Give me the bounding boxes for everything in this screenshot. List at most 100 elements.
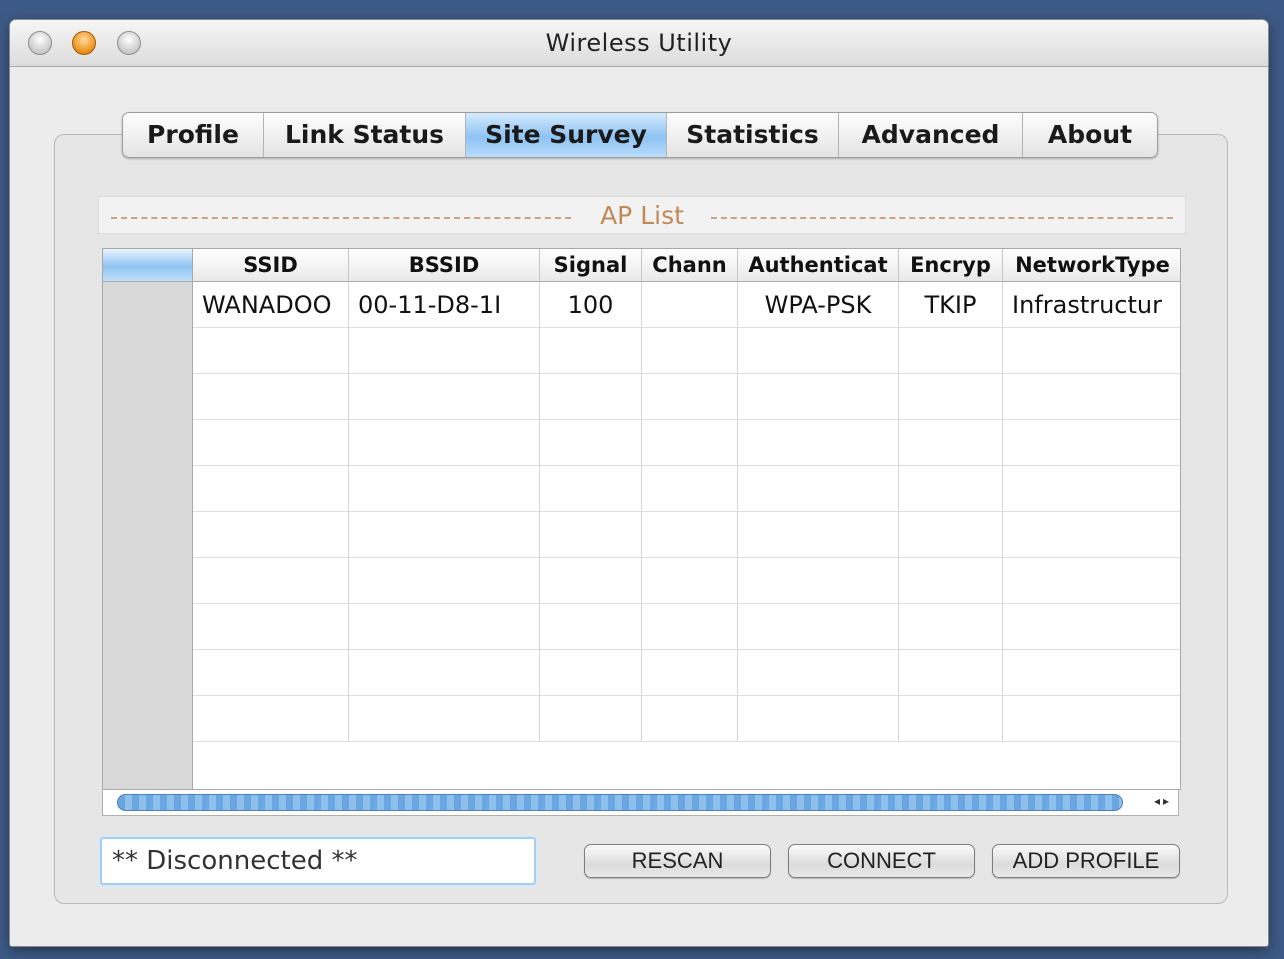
ap-list-header: AP List <box>98 196 1186 234</box>
connection-status-field: ** Disconnected ** <box>100 837 536 885</box>
table-cell[interactable]: WANADOO <box>193 282 349 328</box>
tab-profile[interactable]: Profile <box>123 113 264 157</box>
window-title: Wireless Utility <box>545 29 733 57</box>
table-cell[interactable] <box>193 696 349 742</box>
table-cell[interactable] <box>540 374 642 420</box>
table-cell[interactable] <box>193 604 349 650</box>
table-cell[interactable] <box>349 558 540 604</box>
table-cell[interactable] <box>642 604 738 650</box>
table-cell[interactable] <box>738 374 899 420</box>
table-cell[interactable] <box>1003 466 1180 512</box>
table-cell[interactable] <box>899 420 1003 466</box>
column-header-networktype[interactable]: NetworkType <box>1003 249 1180 282</box>
table-cell[interactable] <box>642 650 738 696</box>
table-cell[interactable] <box>642 282 738 328</box>
table-cell[interactable] <box>1003 604 1180 650</box>
table-cell[interactable]: Infrastructur <box>1003 282 1180 328</box>
table-cell[interactable] <box>738 466 899 512</box>
table-cell[interactable] <box>899 604 1003 650</box>
table-cell[interactable] <box>349 328 540 374</box>
table-cell[interactable] <box>540 650 642 696</box>
table-cell[interactable] <box>642 420 738 466</box>
table-cell[interactable] <box>738 420 899 466</box>
scroll-left-arrow-icon[interactable]: ◂ <box>1154 794 1163 808</box>
tab-advanced[interactable]: Advanced <box>839 113 1023 157</box>
table-cell[interactable] <box>642 374 738 420</box>
table-cell[interactable] <box>738 558 899 604</box>
tab-about[interactable]: About <box>1023 113 1157 157</box>
table-cell[interactable] <box>349 466 540 512</box>
table-cell[interactable] <box>193 374 349 420</box>
table-cell[interactable] <box>642 558 738 604</box>
table-cell[interactable] <box>738 328 899 374</box>
add-profile-button[interactable]: ADD PROFILE <box>992 844 1180 878</box>
table-cell[interactable]: 100 <box>540 282 642 328</box>
column-header-signal[interactable]: Signal <box>540 249 642 282</box>
ap-list-title: AP List <box>588 201 696 230</box>
table-cell[interactable] <box>540 512 642 558</box>
table-cell[interactable] <box>193 420 349 466</box>
table-corner-header[interactable] <box>103 249 193 282</box>
table-cell[interactable] <box>540 558 642 604</box>
title-bar[interactable]: Wireless Utility <box>10 20 1268 67</box>
table-cell[interactable] <box>193 558 349 604</box>
table-cell[interactable] <box>899 650 1003 696</box>
table-cell[interactable] <box>738 604 899 650</box>
table-cell[interactable]: TKIP <box>899 282 1003 328</box>
table-cell[interactable] <box>1003 328 1180 374</box>
row-header-column <box>103 249 193 789</box>
table-cell[interactable] <box>642 466 738 512</box>
tab-site-survey[interactable]: Site Survey <box>466 113 667 157</box>
table-cell[interactable] <box>193 512 349 558</box>
rescan-button[interactable]: RESCAN <box>584 844 771 878</box>
ap-list-table[interactable]: SSID BSSID Signal Chann Authenticat Encryp Net… <box>102 248 1181 790</box>
table-cell[interactable] <box>540 696 642 742</box>
tab-statistics[interactable]: Statistics <box>667 113 839 157</box>
scrollbar-thumb[interactable] <box>117 794 1123 811</box>
table-cell[interactable] <box>193 466 349 512</box>
table-cell[interactable] <box>193 650 349 696</box>
table-cell[interactable] <box>1003 650 1180 696</box>
column-header-ssid[interactable]: SSID <box>193 249 349 282</box>
table-cell[interactable] <box>540 466 642 512</box>
table-cell[interactable] <box>349 512 540 558</box>
column-header-bssid[interactable]: BSSID <box>349 249 540 282</box>
table-cell[interactable] <box>1003 374 1180 420</box>
table-cell[interactable] <box>1003 420 1180 466</box>
table-cell[interactable] <box>738 512 899 558</box>
table-cell[interactable] <box>349 650 540 696</box>
scroll-right-arrow-icon[interactable]: ▸ <box>1163 794 1172 808</box>
tab-link-status[interactable]: Link Status <box>264 113 466 157</box>
table-cell[interactable] <box>899 558 1003 604</box>
table-cell[interactable] <box>899 466 1003 512</box>
column-header-chann[interactable]: Chann <box>642 249 738 282</box>
table-cell[interactable] <box>349 604 540 650</box>
table-cell[interactable] <box>193 328 349 374</box>
table-cell[interactable] <box>1003 512 1180 558</box>
horizontal-scrollbar[interactable]: ◂▸ <box>102 790 1179 816</box>
table-cell[interactable] <box>738 650 899 696</box>
column-header-encryp[interactable]: Encryp <box>899 249 1003 282</box>
table-cell[interactable]: 00-11-D8-1I <box>349 282 540 328</box>
connect-button[interactable]: CONNECT <box>788 844 975 878</box>
table-cell[interactable] <box>642 512 738 558</box>
tab-bar: Profile Link Status Site Survey Statisti… <box>122 112 1158 158</box>
table-cell[interactable] <box>899 374 1003 420</box>
table-cell[interactable] <box>899 696 1003 742</box>
table-cell[interactable]: WPA-PSK <box>738 282 899 328</box>
wireless-utility-window: Wireless Utility Profile Link Status Sit… <box>10 20 1268 946</box>
table-cell[interactable] <box>899 512 1003 558</box>
table-cell[interactable] <box>349 696 540 742</box>
table-cell[interactable] <box>899 328 1003 374</box>
table-cell[interactable] <box>1003 696 1180 742</box>
table-cell[interactable] <box>349 374 540 420</box>
table-cell[interactable] <box>349 420 540 466</box>
table-cell[interactable] <box>540 328 642 374</box>
table-cell[interactable] <box>540 420 642 466</box>
table-cell[interactable] <box>1003 558 1180 604</box>
table-cell[interactable] <box>540 604 642 650</box>
column-header-authenticat[interactable]: Authenticat <box>738 249 899 282</box>
table-cell[interactable] <box>642 696 738 742</box>
table-cell[interactable] <box>642 328 738 374</box>
table-cell[interactable] <box>738 696 899 742</box>
